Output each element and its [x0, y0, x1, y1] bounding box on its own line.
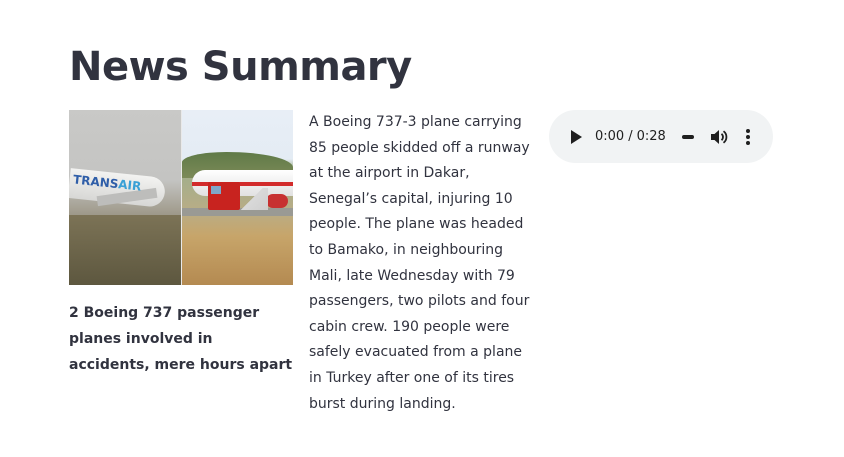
- evacuated-plane-photo: [180, 110, 293, 285]
- progress-slider[interactable]: [681, 134, 694, 139]
- current-time: 0:00: [595, 129, 625, 144]
- crashed-plane-photo: TRANSAIR: [69, 110, 181, 285]
- news-summary-text: A Boeing 737-3 plane carrying 85 people …: [309, 114, 530, 412]
- play-icon: [571, 129, 582, 144]
- more-options-button[interactable]: [742, 128, 754, 146]
- image-caption: 2 Boeing 737 passenger planes involved i…: [69, 305, 293, 373]
- time-display: 0:00/0:28: [595, 129, 666, 144]
- more-vertical-icon: [745, 128, 750, 145]
- duration: 0:28: [636, 129, 666, 144]
- audio-player[interactable]: 0:00/0:28: [549, 110, 773, 163]
- page-title: News Summary: [69, 44, 412, 90]
- news-image: TRANSAIR: [69, 110, 293, 285]
- time-separator: /: [628, 129, 633, 144]
- volume-icon: [710, 129, 728, 144]
- volume-button[interactable]: [710, 128, 728, 146]
- play-button[interactable]: [567, 128, 585, 146]
